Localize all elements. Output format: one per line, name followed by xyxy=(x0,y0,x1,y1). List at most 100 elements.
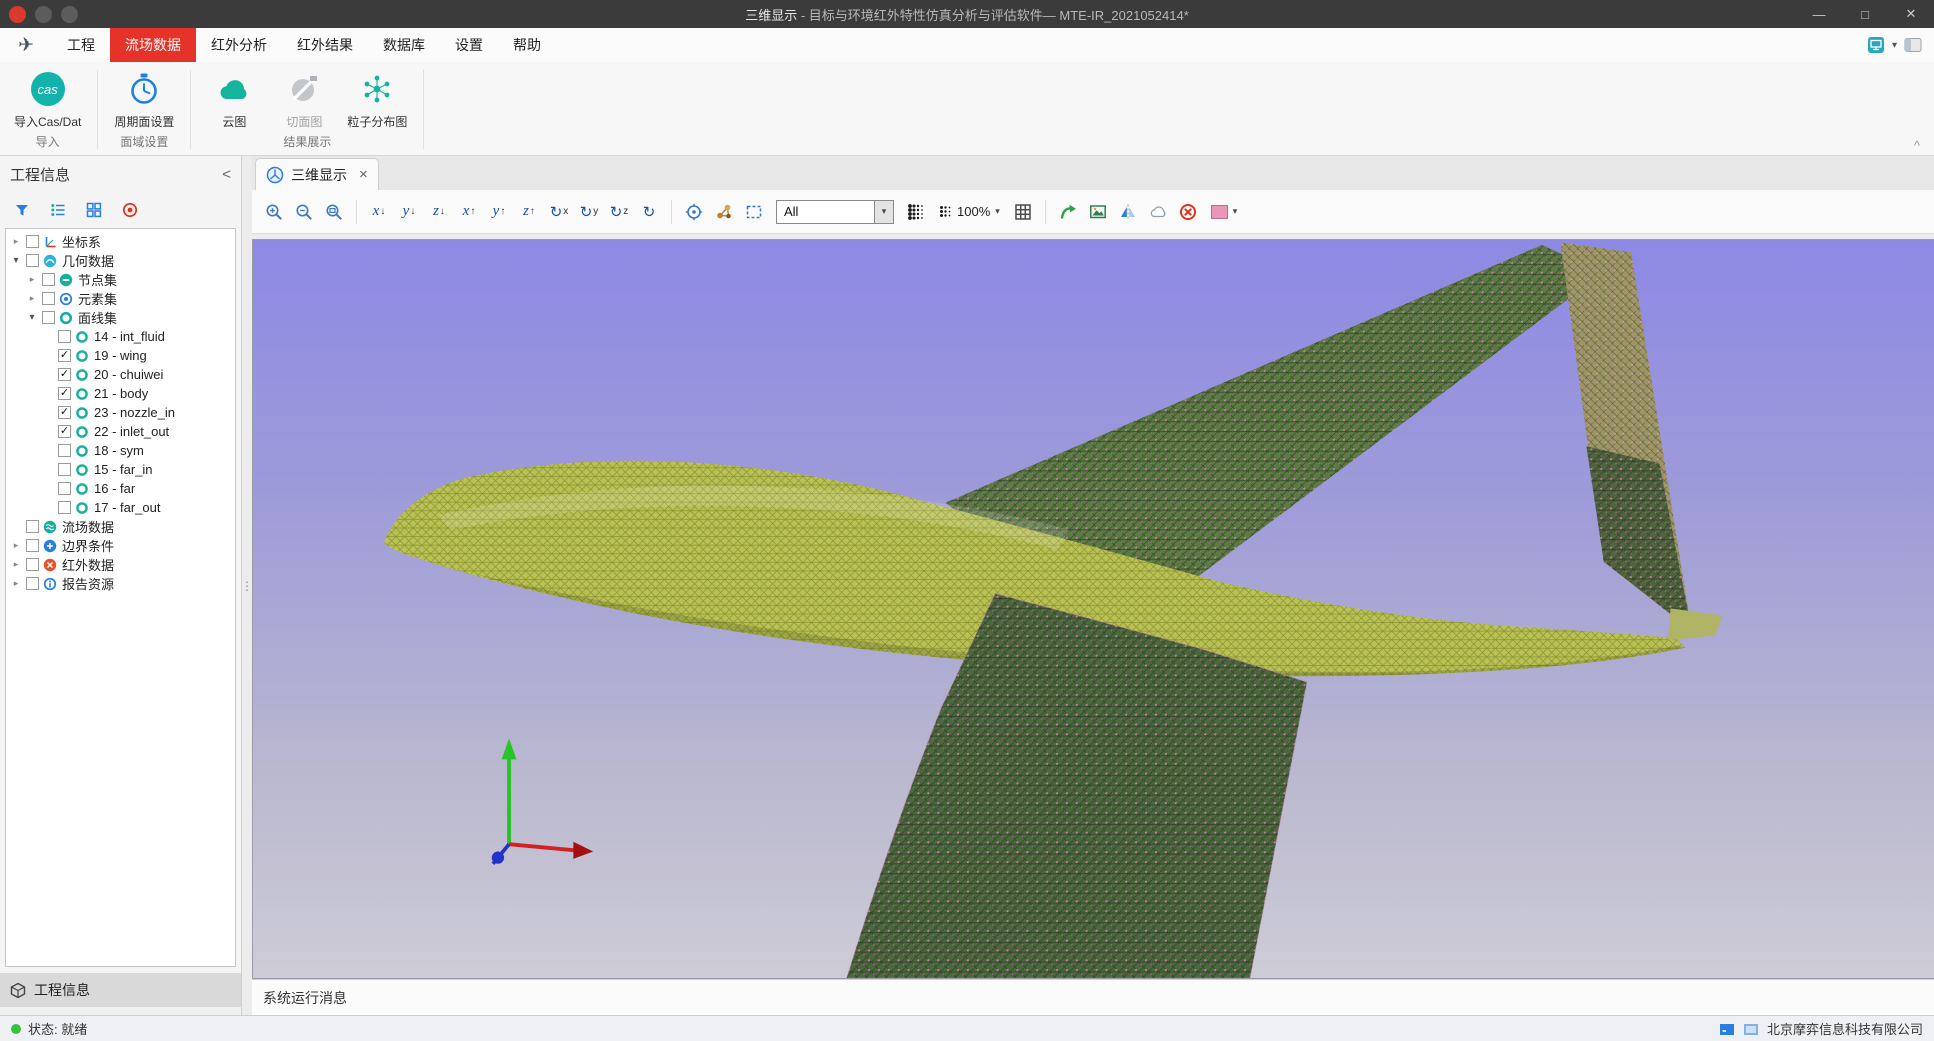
periodic-face-settings-button[interactable]: 周期面设置 xyxy=(108,68,180,130)
expander-icon[interactable]: ▸ xyxy=(10,578,22,589)
tab-3d-display[interactable]: 三维显示 × xyxy=(255,158,379,190)
cloud-outline-button[interactable] xyxy=(1144,198,1172,226)
console-blue-icon[interactable] xyxy=(1719,1022,1735,1036)
rotate-y-button[interactable]: ↻y xyxy=(575,198,603,226)
target-button[interactable] xyxy=(120,200,140,220)
tree-item-face-set[interactable]: ▾ 面线集 xyxy=(6,308,235,327)
checkbox[interactable] xyxy=(58,444,71,457)
view-x-up-button[interactable]: x↑ xyxy=(455,198,483,226)
expander-icon[interactable]: ▸ xyxy=(10,559,22,570)
checkbox[interactable] xyxy=(26,558,39,571)
checkbox[interactable] xyxy=(42,311,55,324)
rotate-z-button[interactable]: ↻z xyxy=(605,198,633,226)
tree-item-body[interactable]: ✓ 21 - body xyxy=(6,384,235,403)
halftone-button[interactable] xyxy=(902,198,930,226)
zoom-fit-button[interactable] xyxy=(320,198,348,226)
checkbox[interactable]: ✓ xyxy=(58,368,71,381)
panel-footer-tab[interactable]: 工程信息 xyxy=(0,973,241,1007)
checkbox[interactable]: ✓ xyxy=(58,406,71,419)
menu-tab-ir-results[interactable]: 红外结果 xyxy=(282,28,368,62)
view-z-down-button[interactable]: z↓ xyxy=(425,198,453,226)
expander-icon[interactable]: ▾ xyxy=(26,312,38,323)
checkbox[interactable]: ✓ xyxy=(58,425,71,438)
mirror-button[interactable] xyxy=(1114,198,1142,226)
checkbox[interactable] xyxy=(26,577,39,590)
checkbox[interactable] xyxy=(26,520,39,533)
tree-item-infrared-data[interactable]: ▸ 红外数据 xyxy=(6,555,235,574)
checkbox[interactable] xyxy=(42,292,55,305)
checkbox[interactable] xyxy=(58,330,71,343)
display-settings-icon[interactable] xyxy=(1867,36,1885,54)
menu-tab-ir-analysis[interactable]: 红外分析 xyxy=(196,28,282,62)
import-cas-dat-button[interactable]: cas导入Cas/Dat xyxy=(8,68,87,130)
particle-distribution-button[interactable]: 粒子分布图 xyxy=(341,68,413,130)
molecule-button[interactable] xyxy=(710,198,738,226)
tree-item-far[interactable]: 16 - far xyxy=(6,479,235,498)
tree-item-nozzle-in[interactable]: ✓ 23 - nozzle_in xyxy=(6,403,235,422)
tab-close-icon[interactable]: × xyxy=(359,166,368,183)
snapshot-button[interactable] xyxy=(1084,198,1112,226)
zoom-level-dropdown[interactable]: 100%▾ xyxy=(932,198,1007,226)
menubar-caret-icon[interactable]: ▾ xyxy=(1892,40,1897,51)
tree-item-inlet-out[interactable]: ✓ 22 - inlet_out xyxy=(6,422,235,441)
checkbox[interactable] xyxy=(58,482,71,495)
expander-icon[interactable]: ▾ xyxy=(10,255,22,266)
checkbox[interactable] xyxy=(26,235,39,248)
box-select-button[interactable] xyxy=(740,198,768,226)
rotate-x-button[interactable]: ↻x xyxy=(545,198,573,226)
entity-filter-caret-icon[interactable]: ▾ xyxy=(874,201,893,223)
menu-tab-flow-field[interactable]: 流场数据 xyxy=(110,28,196,62)
tree-item-int-fluid[interactable]: 14 - int_fluid xyxy=(6,327,235,346)
zoom-out-button[interactable] xyxy=(290,198,318,226)
grid-button[interactable] xyxy=(84,200,104,220)
expander-icon[interactable]: ▸ xyxy=(26,293,38,304)
menu-tab-database[interactable]: 数据库 xyxy=(368,28,440,62)
tree-item-report-resources[interactable]: ▸ 报告资源 xyxy=(6,574,235,593)
tree-item-far-out[interactable]: 17 - far_out xyxy=(6,498,235,517)
menu-tab-project[interactable]: 工程 xyxy=(52,28,110,62)
appearance-dropdown[interactable]: ▾ xyxy=(1204,198,1245,226)
entity-filter-select[interactable]: All▾ xyxy=(776,200,894,224)
tree-item-chuiwei[interactable]: ✓ 20 - chuiwei xyxy=(6,365,235,384)
view-z-up-button[interactable]: z↑ xyxy=(515,198,543,226)
tree-item-sym[interactable]: 18 - sym xyxy=(6,441,235,460)
panel-splitter[interactable]: ⋮ xyxy=(242,156,252,1015)
filter-button[interactable] xyxy=(12,200,32,220)
console-light-icon[interactable] xyxy=(1743,1022,1759,1036)
panel-toggle-icon[interactable] xyxy=(1904,36,1922,54)
zoom-in-button[interactable] xyxy=(260,198,288,226)
tree-item-wing[interactable]: ✓ 19 - wing xyxy=(6,346,235,365)
panel-collapse-button[interactable]: < xyxy=(222,166,231,183)
menu-tab-settings[interactable]: 设置 xyxy=(440,28,498,62)
maximize-button[interactable]: □ xyxy=(1842,0,1888,28)
grid9-button[interactable] xyxy=(1009,198,1037,226)
checkbox[interactable]: ✓ xyxy=(58,387,71,400)
clear-red-button[interactable] xyxy=(1174,198,1202,226)
app-menu-icon[interactable] xyxy=(9,6,26,23)
view-y-down-button[interactable]: y↓ xyxy=(395,198,423,226)
checkbox[interactable] xyxy=(26,539,39,552)
tree-item-element-set[interactable]: ▸ 元素集 xyxy=(6,289,235,308)
rotate-free-button[interactable]: ↻ xyxy=(635,198,663,226)
tree-item-far-in[interactable]: 15 - far_in xyxy=(6,460,235,479)
menu-tab-help[interactable]: 帮助 xyxy=(498,28,556,62)
checkbox[interactable] xyxy=(58,501,71,514)
tree-item-coord-system[interactable]: ▸ 坐标系 xyxy=(6,232,235,251)
checkbox[interactable]: ✓ xyxy=(58,349,71,362)
view-y-up-button[interactable]: y↑ xyxy=(485,198,513,226)
checkbox[interactable] xyxy=(42,273,55,286)
export-arrow-button[interactable] xyxy=(1054,198,1082,226)
undo-icon[interactable] xyxy=(35,6,52,23)
view-x-down-button[interactable]: x↓ xyxy=(365,198,393,226)
checkbox[interactable] xyxy=(26,254,39,267)
expander-icon[interactable]: ▸ xyxy=(26,274,38,285)
close-button[interactable]: ✕ xyxy=(1888,0,1934,28)
tree-item-node-set[interactable]: ▸ 节点集 xyxy=(6,270,235,289)
contour-map-button[interactable]: 云图 xyxy=(201,68,267,130)
redo-icon[interactable] xyxy=(61,6,78,23)
list-button[interactable] xyxy=(48,200,68,220)
expander-icon[interactable]: ▸ xyxy=(10,236,22,247)
minimize-button[interactable]: — xyxy=(1796,0,1842,28)
tree-item-geometry-data[interactable]: ▾ 几何数据 xyxy=(6,251,235,270)
viewport-3d[interactable] xyxy=(252,239,1934,979)
